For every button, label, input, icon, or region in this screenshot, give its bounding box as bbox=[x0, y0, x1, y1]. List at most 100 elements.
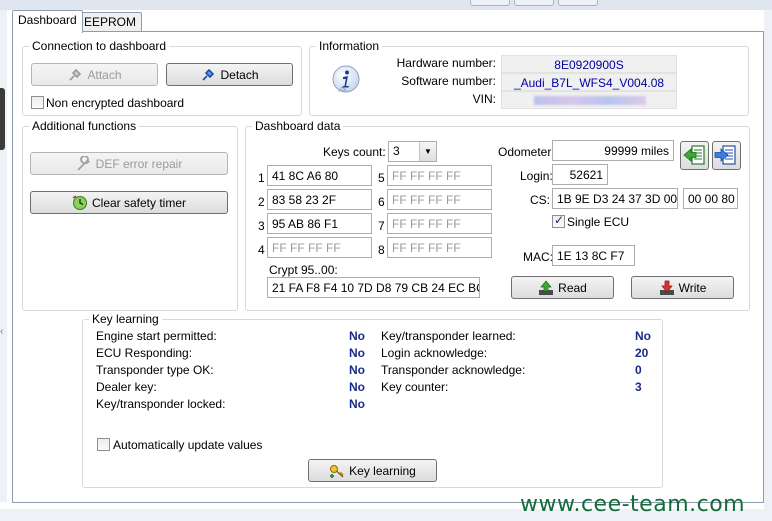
key-4-field[interactable]: FF FF FF FF bbox=[267, 237, 372, 258]
clear-safety-timer-button[interactable]: Clear safety timer bbox=[30, 191, 228, 214]
key-number-7: 7 bbox=[378, 219, 385, 233]
export-button[interactable] bbox=[712, 141, 741, 170]
engine-start-value: No bbox=[349, 329, 365, 343]
close-button-stub[interactable] bbox=[558, 0, 598, 6]
key-7-field[interactable]: FF FF FF FF bbox=[387, 213, 492, 234]
key-learning-title: Key learning bbox=[89, 312, 162, 326]
key-8-field[interactable]: FF FF FF FF bbox=[387, 237, 492, 258]
dealer-key-label: Dealer key: bbox=[96, 380, 157, 394]
chevron-left-icon: ‹ bbox=[0, 326, 4, 337]
cs-field-2[interactable]: 00 00 80 bbox=[683, 188, 738, 209]
transponder-ack-value: 0 bbox=[635, 363, 642, 377]
detach-button[interactable]: Detach bbox=[166, 63, 293, 86]
non-encrypted-label: Non encrypted dashboard bbox=[46, 96, 185, 110]
cs-label: CS: bbox=[530, 193, 551, 207]
key-counter-value: 3 bbox=[635, 380, 642, 394]
key-number-4: 4 bbox=[258, 243, 265, 257]
write-button[interactable]: Write bbox=[631, 276, 734, 299]
chevron-down-icon[interactable]: ▼ bbox=[419, 142, 436, 161]
key-number-6: 6 bbox=[378, 195, 385, 209]
key-number-5: 5 bbox=[378, 171, 385, 185]
key-learning-button-label: Key learning bbox=[349, 463, 416, 478]
key-learned-value: No bbox=[635, 329, 651, 343]
single-ecu-checkbox[interactable] bbox=[552, 213, 565, 228]
key-1-field[interactable]: 41 8C A6 80 bbox=[267, 165, 372, 186]
hardware-number-label: Hardware number: bbox=[396, 56, 496, 70]
key-number-2: 2 bbox=[258, 195, 265, 209]
key-5-field[interactable]: FF FF FF FF bbox=[387, 165, 492, 186]
login-ack-value: 20 bbox=[635, 346, 649, 360]
def-error-repair-button[interactable]: DEF error repair bbox=[30, 152, 228, 175]
odometer-label: Odometer: bbox=[498, 145, 555, 159]
export-icon bbox=[714, 145, 736, 165]
attach-button[interactable]: Attach bbox=[31, 63, 158, 86]
read-label: Read bbox=[558, 280, 587, 295]
transponder-type-value: No bbox=[349, 363, 365, 377]
software-number-value: _Audi_B7L_WFS4_V004.08 bbox=[501, 73, 677, 91]
keys-count-select[interactable]: 3 ▼ bbox=[388, 141, 437, 162]
left-window-edge: ‹ bbox=[0, 10, 7, 502]
mac-field[interactable]: 1E 13 8C F7 bbox=[552, 245, 635, 266]
title-bar bbox=[0, 0, 772, 10]
detach-label: Detach bbox=[220, 67, 259, 82]
def-error-repair-label: DEF error repair bbox=[95, 156, 183, 171]
vin-label: VIN: bbox=[472, 92, 496, 106]
timer-icon bbox=[72, 194, 88, 211]
read-icon bbox=[538, 279, 554, 296]
keys-count-label: Keys count: bbox=[323, 145, 386, 159]
tab-dashboard[interactable]: Dashboard bbox=[12, 10, 83, 33]
ecu-responding-value: No bbox=[349, 346, 365, 360]
background-window-fragment bbox=[0, 88, 5, 150]
key-icon bbox=[329, 463, 345, 479]
key-number-8: 8 bbox=[378, 243, 385, 257]
crypt-label: Crypt 95..00: bbox=[269, 263, 338, 277]
key-number-3: 3 bbox=[258, 219, 265, 233]
auto-update-checkbox[interactable] bbox=[97, 438, 110, 451]
transponder-type-label: Transponder type OK: bbox=[96, 363, 214, 377]
attach-label: Attach bbox=[87, 67, 122, 82]
key-counter-label: Key counter: bbox=[381, 380, 449, 394]
connection-group-title: Connection to dashboard bbox=[29, 39, 170, 53]
import-button[interactable] bbox=[680, 141, 709, 170]
non-encrypted-checkbox[interactable] bbox=[31, 96, 44, 109]
login-ack-label: Login acknowledge: bbox=[381, 346, 488, 360]
key-3-field[interactable]: 95 AB 86 F1 bbox=[267, 213, 372, 234]
mac-label: MAC: bbox=[523, 250, 553, 264]
minimize-button-stub[interactable] bbox=[470, 0, 510, 6]
software-number-label: Software number: bbox=[401, 74, 496, 88]
wrench-icon bbox=[76, 154, 92, 172]
hardware-number-value: 8E0920900S bbox=[501, 55, 677, 73]
import-icon bbox=[683, 145, 705, 165]
key-learning-button[interactable]: Key learning bbox=[308, 459, 437, 482]
write-label: Write bbox=[678, 280, 707, 295]
plug-icon bbox=[67, 67, 83, 83]
single-ecu-label: Single ECU bbox=[567, 215, 630, 229]
right-window-edge bbox=[764, 10, 772, 510]
key-locked-label: Key/transponder locked: bbox=[96, 397, 226, 411]
ecu-responding-label: ECU Responding: bbox=[96, 346, 193, 360]
odometer-field[interactable]: 99999 miles bbox=[552, 140, 674, 161]
login-field[interactable]: 52621 bbox=[552, 164, 608, 185]
keys-count-value: 3 bbox=[393, 144, 400, 158]
transponder-ack-label: Transponder acknowledge: bbox=[381, 363, 526, 377]
plug-icon bbox=[200, 67, 216, 83]
clear-safety-timer-label: Clear safety timer bbox=[91, 195, 187, 210]
cs-field[interactable]: 1B 9E D3 24 37 3D 00 bbox=[552, 188, 678, 209]
key-learned-label: Key/transponder learned: bbox=[381, 329, 516, 343]
write-icon bbox=[659, 280, 675, 296]
key-locked-value: No bbox=[349, 397, 365, 411]
maximize-button-stub[interactable] bbox=[514, 0, 554, 6]
key-6-field[interactable]: FF FF FF FF bbox=[387, 189, 492, 210]
watermark-text: www.cee-team.com bbox=[520, 492, 746, 517]
auto-update-label: Automatically update values bbox=[113, 438, 263, 452]
additional-functions-title: Additional functions bbox=[29, 119, 140, 133]
vin-redacted bbox=[534, 96, 646, 105]
read-button[interactable]: Read bbox=[511, 276, 614, 299]
crypt-field[interactable]: 21 FA F8 F4 10 7D D8 79 CB 24 EC BC bbox=[267, 277, 480, 298]
tab-eeprom[interactable]: EEPROM bbox=[78, 12, 143, 32]
dashboard-data-title: Dashboard data bbox=[252, 119, 344, 133]
engine-start-label: Engine start permitted: bbox=[96, 329, 217, 343]
key-2-field[interactable]: 83 58 23 2F bbox=[267, 189, 372, 210]
vin-value bbox=[501, 91, 677, 109]
info-icon bbox=[330, 64, 362, 96]
